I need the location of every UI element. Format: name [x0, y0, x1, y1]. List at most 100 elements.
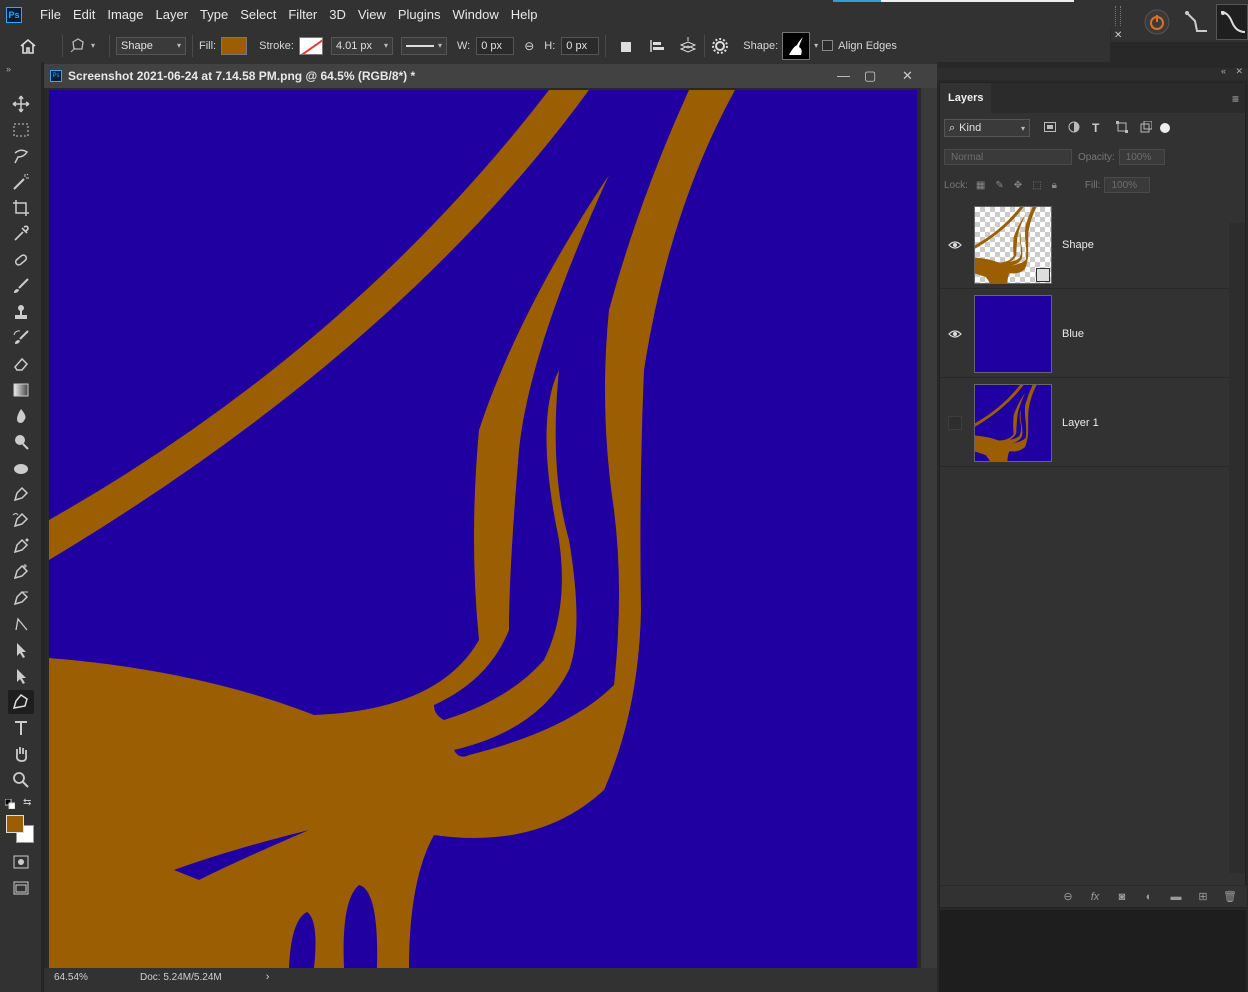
height-input[interactable]: 0 px: [561, 36, 600, 55]
collapse-icon[interactable]: »: [6, 64, 11, 74]
dodge-icon[interactable]: [8, 430, 34, 454]
lock-all-icon[interactable]: 🔒︎: [1052, 180, 1057, 191]
history-brush-icon[interactable]: [8, 326, 34, 350]
close-icon[interactable]: ✕: [1114, 30, 1122, 41]
eyedropper-icon[interactable]: [8, 222, 34, 246]
collapse-panels-icon[interactable]: «: [1221, 66, 1226, 76]
layer-name[interactable]: Layer 1: [1062, 417, 1099, 429]
filter-type-icon[interactable]: T: [1092, 121, 1106, 135]
eraser-icon[interactable]: [8, 352, 34, 376]
filter-smart-object-icon[interactable]: [1140, 120, 1154, 136]
filter-kind-dropdown[interactable]: ⌕ Kind ▾: [944, 119, 1030, 137]
marquee-icon[interactable]: [8, 118, 34, 142]
sponge-icon[interactable]: [8, 456, 34, 480]
new-group-icon[interactable]: ▬: [1167, 890, 1185, 904]
blend-mode-dropdown[interactable]: Normal: [944, 149, 1072, 165]
stroke-width-field[interactable]: 4.01 px ▾: [330, 36, 393, 55]
menu-3d[interactable]: 3D: [323, 0, 352, 29]
new-layer-icon[interactable]: ⊞: [1194, 890, 1212, 904]
link-layers-icon[interactable]: ⊖: [1059, 890, 1077, 904]
menu-window[interactable]: Window: [446, 0, 504, 29]
vertical-scrollbar[interactable]: [921, 88, 938, 968]
zoom-level[interactable]: 64.54%: [54, 972, 128, 983]
crop-icon[interactable]: [8, 196, 34, 220]
grip-handle[interactable]: [1115, 6, 1121, 26]
direct-selection-icon[interactable]: [8, 664, 34, 688]
menu-type[interactable]: Type: [194, 0, 234, 29]
home-icon[interactable]: [0, 38, 56, 54]
fill-color-swatch[interactable]: [221, 36, 248, 55]
minimize-icon[interactable]: —: [837, 68, 850, 83]
layer-name[interactable]: Blue: [1062, 328, 1084, 340]
path-selection-icon[interactable]: [8, 638, 34, 662]
align-edges-checkbox[interactable]: [822, 40, 834, 51]
move-icon[interactable]: [8, 92, 34, 116]
fx-icon[interactable]: fx: [1086, 890, 1104, 904]
filter-adjustment-icon[interactable]: [1068, 121, 1082, 136]
eye-icon[interactable]: [940, 240, 970, 250]
clone-stamp-icon[interactable]: [8, 300, 34, 324]
pen-icon[interactable]: [8, 482, 34, 506]
menu-image[interactable]: Image: [101, 0, 149, 29]
type-icon[interactable]: [8, 716, 34, 740]
delete-anchor-icon[interactable]: [8, 586, 34, 610]
menu-filter[interactable]: Filter: [282, 0, 323, 29]
width-input[interactable]: 0 px: [476, 36, 515, 55]
screen-mode-icon[interactable]: [8, 876, 34, 900]
path-alignment-icon[interactable]: [648, 38, 666, 54]
foreground-color-swatch[interactable]: [6, 815, 24, 833]
lock-artboard-icon[interactable]: ⬚: [1032, 180, 1041, 191]
swap-colors-icon[interactable]: ⇆: [23, 797, 31, 808]
filter-pixel-icon[interactable]: [1044, 121, 1058, 135]
menu-edit[interactable]: Edit: [67, 0, 101, 29]
layer-name[interactable]: Shape: [1062, 239, 1094, 251]
adjustment-layer-icon[interactable]: ◐: [1140, 890, 1158, 904]
menu-help[interactable]: Help: [505, 0, 544, 29]
menu-select[interactable]: Select: [234, 0, 282, 29]
document-tab[interactable]: Ps Screenshot 2021-06-24 at 7.14.58 PM.p…: [44, 64, 938, 88]
filter-toggle[interactable]: [1160, 123, 1170, 133]
freeform-pen-icon[interactable]: [8, 508, 34, 532]
tab-layers[interactable]: Layers: [940, 83, 992, 113]
menu-view[interactable]: View: [352, 0, 392, 29]
layer-row[interactable]: Shape: [940, 201, 1230, 289]
chevron-down-icon[interactable]: ▾: [814, 41, 818, 50]
shape-picker[interactable]: [782, 31, 811, 60]
path-operations-icon[interactable]: [618, 39, 634, 53]
custom-shape-icon[interactable]: [8, 690, 34, 714]
hand-icon[interactable]: [8, 742, 34, 766]
menu-file[interactable]: File: [34, 0, 67, 29]
blur-icon[interactable]: [8, 404, 34, 428]
lock-position-icon[interactable]: ✥: [1014, 180, 1022, 191]
quick-mask-icon[interactable]: [8, 850, 34, 874]
gear-icon[interactable]: [711, 37, 729, 55]
link-icon[interactable]: ⊖: [524, 39, 534, 53]
path-arrangement-icon[interactable]: [678, 36, 698, 55]
opacity-input[interactable]: 100%: [1118, 149, 1165, 165]
add-anchor-icon[interactable]: [8, 560, 34, 584]
default-colors-icon[interactable]: [4, 798, 16, 810]
trash-icon[interactable]: 🗑︎: [1221, 890, 1239, 904]
menu-plugins[interactable]: Plugins: [392, 0, 447, 29]
brush-icon[interactable]: [8, 274, 34, 298]
stroke-type-dropdown[interactable]: ▾: [400, 36, 447, 55]
filter-shape-icon[interactable]: [1116, 120, 1130, 136]
zoom-icon[interactable]: [8, 768, 34, 792]
tool-mode-dropdown[interactable]: Shape ▾: [116, 36, 186, 55]
eye-icon[interactable]: [940, 329, 970, 339]
menu-layer[interactable]: Layer: [150, 0, 195, 29]
layer-row[interactable]: Layer 1: [940, 379, 1230, 467]
healing-brush-icon[interactable]: [8, 248, 34, 272]
convert-point-icon[interactable]: [8, 612, 34, 636]
panel-menu-icon[interactable]: ≡: [1232, 92, 1239, 106]
maximize-icon[interactable]: ▢: [864, 68, 876, 84]
add-mask-icon[interactable]: ◙: [1113, 890, 1131, 904]
chevron-right-icon[interactable]: ›: [266, 971, 270, 983]
stroke-color-swatch[interactable]: [298, 36, 323, 55]
close-panel-icon[interactable]: ✕: [1235, 66, 1243, 77]
power-icon[interactable]: [1141, 8, 1173, 36]
pen-nib-icon[interactable]: [1181, 8, 1213, 36]
layers-scrollbar[interactable]: [1229, 223, 1245, 873]
curvature-pen-icon[interactable]: [8, 534, 34, 558]
fill-input[interactable]: 100%: [1104, 177, 1151, 193]
